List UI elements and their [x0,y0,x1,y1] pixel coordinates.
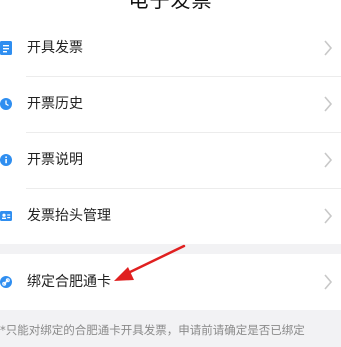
menu-item-issue-invoice[interactable]: 开具发票 [0,20,341,76]
invoice-icon [0,41,12,55]
bind-notice-text: *只能对绑定的合肥通卡开具发票，申请前请确定是否已绑定 [0,323,305,337]
chevron-right-icon [323,274,333,290]
id-card-icon [0,209,12,223]
chevron-right-icon [323,152,333,168]
menu-item-invoice-history[interactable]: 开票历史 [0,76,341,132]
invoice-menu: 开具发票 开票历史 开票说明 发票抬头管理 [0,20,341,244]
menu-item-invoice-instructions[interactable]: 开票说明 [0,132,341,188]
chevron-right-icon [323,96,333,112]
menu-item-label: 开具发票 [27,40,83,56]
bind-card-section: 绑定合肥通卡 [0,254,341,310]
page-title: 电子发票 [128,0,213,12]
menu-item-bind-card[interactable]: 绑定合肥通卡 [0,254,341,310]
app-header: 电子发票 [0,0,341,20]
info-icon [0,153,12,167]
menu-item-invoice-title-management[interactable]: 发票抬头管理 [0,188,341,244]
clock-icon [0,97,12,111]
menu-item-label: 发票抬头管理 [27,208,111,224]
menu-item-label: 开票说明 [27,152,83,168]
menu-item-label: 开票历史 [27,96,83,112]
menu-item-label: 绑定合肥通卡 [27,274,111,290]
link-icon [0,275,12,289]
chevron-right-icon [323,40,333,56]
chevron-right-icon [323,208,333,224]
